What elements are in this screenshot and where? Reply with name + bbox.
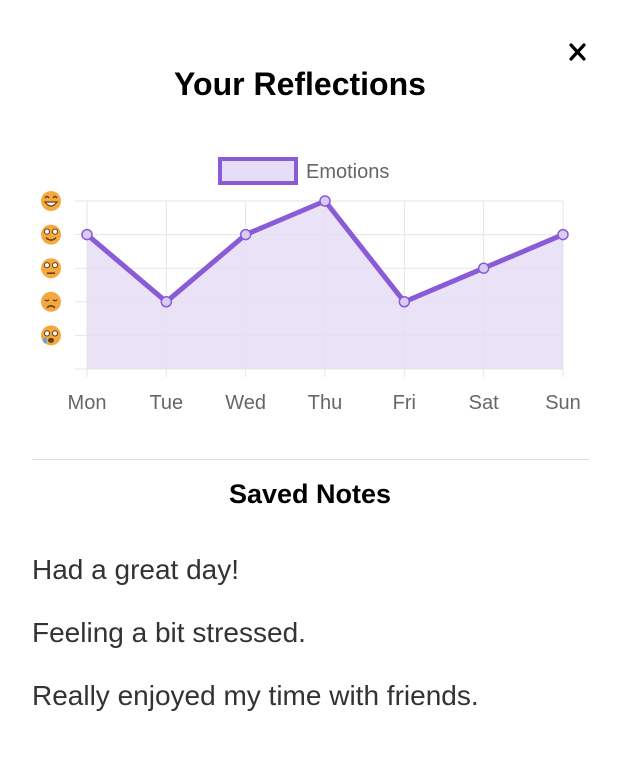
x-tick-label: Sat	[469, 392, 499, 414]
data-point	[81, 228, 93, 241]
data-point	[160, 296, 173, 308]
smiling-face-icon	[41, 224, 61, 245]
crying-face-icon	[41, 325, 61, 346]
x-tick-label: Sun	[545, 392, 581, 414]
x-tick-label: Tue	[149, 392, 183, 414]
data-point	[239, 228, 252, 241]
x-tick-label: Fri	[393, 392, 416, 414]
sad-face-icon	[41, 291, 61, 312]
modal-title: Your Reflections	[174, 66, 426, 102]
note-item: Really enjoyed my time with friends.	[32, 680, 479, 711]
saved-notes-list: Had a great day! Feeling a bit stressed.…	[32, 548, 479, 737]
divider	[32, 459, 589, 460]
x-tick-label: Thu	[308, 392, 342, 414]
x-tick-label: Mon	[68, 392, 107, 414]
data-point	[319, 195, 331, 207]
legend-swatch	[218, 157, 298, 185]
note-item: Had a great day!	[32, 554, 240, 585]
grinning-face-icon	[41, 191, 61, 211]
neutral-face-icon	[41, 258, 61, 279]
close-icon	[569, 43, 586, 61]
data-point	[557, 228, 569, 241]
data-point	[398, 296, 411, 308]
data-point	[477, 262, 490, 274]
chart-legend: Emotions	[218, 157, 389, 185]
legend-label: Emotions	[306, 161, 389, 183]
series-area	[87, 201, 563, 369]
emotions-chart: Mon Tue Wed Thu Fri Sat Sun Emotions	[41, 157, 581, 414]
saved-notes-title: Saved Notes	[228, 479, 392, 509]
note-item: Feeling a bit stressed.	[32, 617, 306, 648]
x-tick-label: Wed	[225, 392, 266, 414]
close-button[interactable]	[566, 38, 590, 66]
